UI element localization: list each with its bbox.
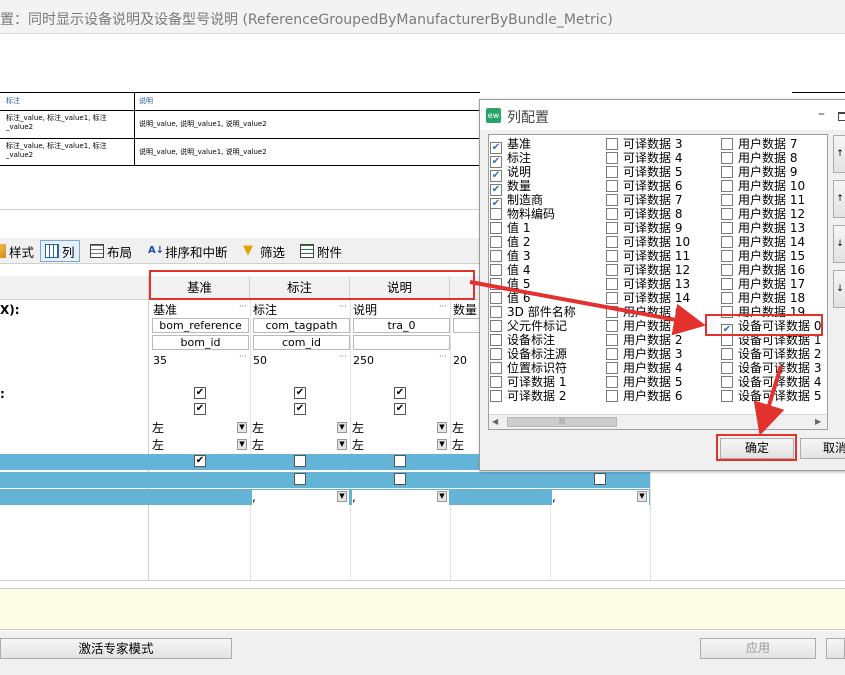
annotation-arrows (469, 280, 785, 436)
arrow-to-checkbox (469, 280, 706, 336)
arrow-to-ok (753, 365, 785, 436)
